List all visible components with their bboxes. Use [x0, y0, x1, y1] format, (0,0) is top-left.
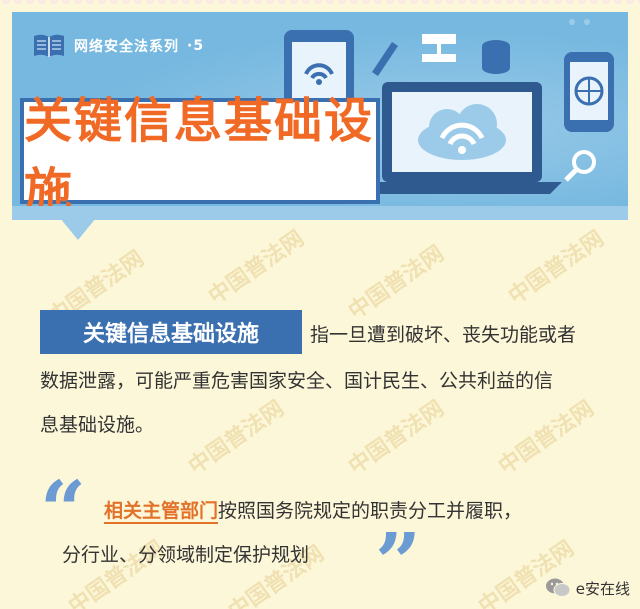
quote-line-1: 相关主管部门按照国务院规定的职责分工并履职， [104, 496, 523, 524]
quote-line-2: 分行业、分领域制定保护规划 [62, 544, 310, 566]
magnifier-icon [564, 150, 596, 182]
title-box: 关键信息基础设施 [20, 93, 380, 218]
quote-line-1-rest: 按照国务院规定的职责分工并履职， [218, 500, 523, 522]
definition-line-3: 息基础设施。 [40, 414, 155, 436]
laptop-icon [362, 82, 562, 194]
brand-text: e安在线 [575, 579, 630, 598]
definition-line-2: 数据泄露，可能严重危害国家安全、国计民生、公共利益的信 [40, 370, 554, 392]
close-quote-icon: ” [375, 515, 422, 609]
watermark: 中国普法网 [503, 225, 609, 310]
watermark: 中国普法网 [203, 225, 309, 310]
definition-line-1: 指一旦遭到破坏、丧失功能或者 [310, 324, 577, 346]
quote-highlight: 相关主管部门 [104, 500, 219, 524]
page-title: 关键信息基础设施 [24, 93, 375, 218]
network-icon [422, 34, 456, 62]
term-label-box: 关键信息基础设施 [40, 310, 302, 354]
watermark: 中国普法网 [183, 395, 289, 480]
series-header: 网络安全法系列 ·5 [32, 28, 204, 64]
speech-pointer [60, 218, 96, 240]
phone-icon [564, 52, 614, 132]
pencil-icon [372, 42, 398, 76]
watermark: 中国普法网 [343, 240, 449, 325]
series-number: ·5 [187, 38, 205, 54]
book-icon [34, 34, 64, 57]
wechat-icon [545, 578, 571, 597]
watermark: 中国普法网 [493, 395, 599, 480]
header-banner: 网络安全法系列 ·5 关键信息基础设施 [12, 12, 628, 218]
term-label: 关键信息基础设施 [82, 322, 259, 347]
infographic-page: 网络安全法系列 ·5 关键信息基础设施 中国普法网 中国普法网 中国普法网 中国… [0, 0, 640, 609]
series-label: 网络安全法系列 [74, 39, 179, 55]
brand-logo: e安在线 [545, 577, 630, 599]
database-icon [482, 40, 510, 74]
watermark: 中国普法网 [343, 395, 449, 480]
stamp-edge [0, 0, 640, 12]
banner-bottom-strip [12, 206, 628, 220]
open-quote-icon: “ [40, 463, 87, 557]
